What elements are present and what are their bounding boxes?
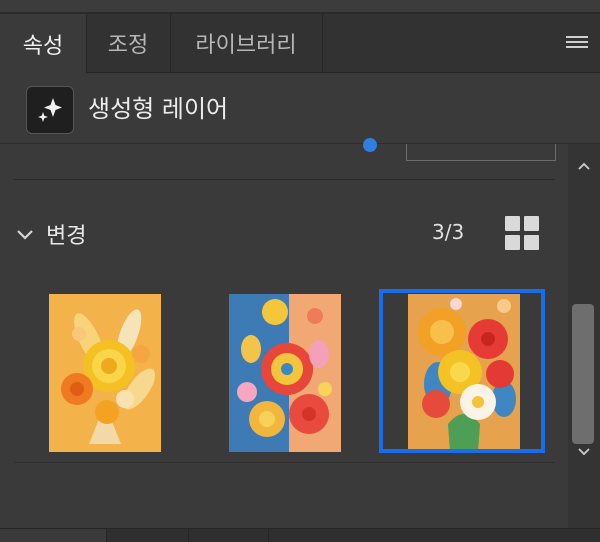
scroll-thumb[interactable] [572, 304, 594, 444]
scroll-down-icon[interactable] [576, 444, 592, 460]
variations-section-toggle[interactable]: 변경 [14, 214, 86, 254]
divider [14, 179, 555, 180]
chevron-down-icon [17, 230, 33, 240]
layer-header: 생성형 레이어 [0, 73, 600, 144]
grid-view-icon[interactable] [505, 216, 539, 250]
panel-scrollbar[interactable] [568, 144, 600, 528]
bottom-tab-bar [0, 528, 600, 542]
scroll-up-icon[interactable] [576, 158, 592, 174]
tab-adjustments[interactable]: 조정 [86, 14, 171, 72]
tab-properties[interactable]: 속성 [0, 14, 87, 73]
variation-thumbnail-1[interactable] [49, 294, 161, 452]
divider [14, 462, 555, 463]
top-strip [0, 0, 600, 14]
selected-thumbnail-frame [379, 289, 545, 453]
layer-title: 생성형 레이어 [88, 95, 229, 123]
panel-tab-bar: 속성 조정 라이브러리 [0, 14, 600, 73]
tab-libraries[interactable]: 라이브러리 [170, 14, 323, 72]
partial-slider-knob[interactable] [363, 138, 377, 152]
generative-sparkle-icon [26, 86, 74, 134]
variation-thumbnail-2[interactable] [229, 294, 341, 452]
hamburger-menu-icon[interactable] [566, 36, 588, 52]
bottom-tab-1[interactable] [0, 529, 107, 542]
properties-content: 변경 3/3 [0, 138, 600, 528]
partial-input-field[interactable] [406, 144, 556, 161]
bottom-tab-2[interactable] [106, 529, 189, 542]
variation-count: 3/3 [432, 220, 465, 244]
variations-title: 변경 [46, 224, 87, 249]
bottom-tab-3[interactable] [188, 529, 269, 542]
